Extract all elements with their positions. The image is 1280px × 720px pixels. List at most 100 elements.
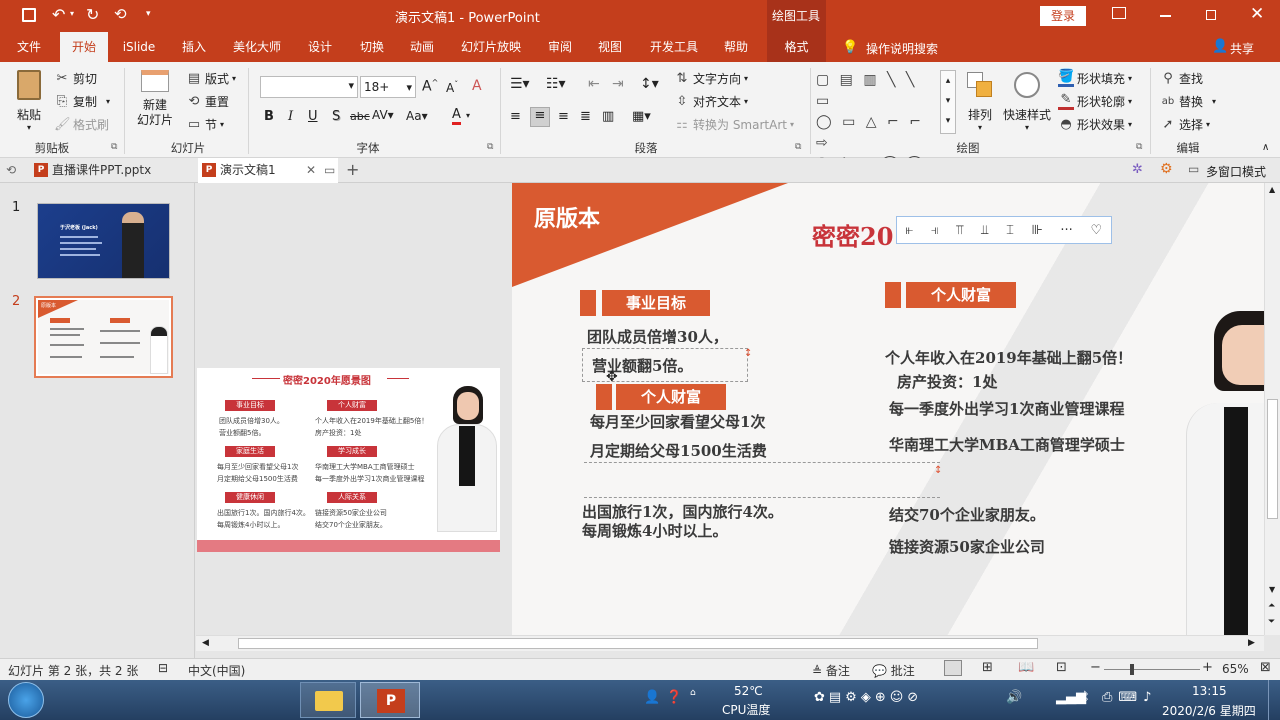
- numbering-icon[interactable]: ☷▾: [546, 76, 566, 92]
- collapse-ribbon-icon[interactable]: ∧: [1262, 142, 1269, 153]
- align-bottom-objects-icon[interactable]: ⫫: [981, 223, 988, 238]
- text-line[interactable]: 月定期给父母1500生活费: [590, 440, 767, 461]
- restore-icon[interactable]: [1206, 10, 1216, 20]
- slide-sorter-icon[interactable]: ⊞: [982, 660, 993, 675]
- tab-insert[interactable]: 插入: [174, 32, 214, 62]
- close-icon[interactable]: ✕: [1250, 4, 1264, 24]
- scroll-up-icon[interactable]: ▲: [1269, 185, 1275, 194]
- customize-qat-icon[interactable]: ▾: [146, 9, 151, 19]
- align-right-icon[interactable]: ≡: [558, 109, 569, 124]
- slide-main-title[interactable]: 密密20: [812, 217, 893, 252]
- align-center-objects-icon[interactable]: ⌶: [1006, 223, 1014, 238]
- align-top-objects-icon[interactable]: ⫪: [956, 223, 963, 238]
- new-slide-button[interactable]: 新建 幻灯片: [132, 68, 178, 138]
- arrange-button[interactable]: 排列 ▾: [962, 68, 998, 132]
- woman-photo[interactable]: [1184, 303, 1264, 635]
- line-spacing-icon[interactable]: ↕▾: [640, 76, 659, 92]
- tab-transitions[interactable]: 切换: [352, 32, 392, 62]
- paragraph-launcher-icon[interactable]: ⧉: [795, 142, 801, 152]
- scroll-down-icon[interactable]: ▼: [1269, 585, 1275, 594]
- section-header-wealth[interactable]: 个人财富: [906, 282, 1016, 308]
- fit-slide-icon[interactable]: ⊠: [1260, 660, 1271, 675]
- tab-menu-icon[interactable]: ▭: [324, 158, 335, 183]
- font-color-icon[interactable]: A: [452, 108, 461, 125]
- reading-view-icon[interactable]: 📖: [1018, 660, 1034, 675]
- char-spacing-icon[interactable]: AV▾: [372, 108, 394, 122]
- prev-slide-icon[interactable]: ⏶: [1268, 601, 1275, 611]
- change-case-icon[interactable]: Aa▾: [406, 109, 428, 123]
- increase-indent-icon[interactable]: ⇥: [612, 76, 624, 92]
- text-line[interactable]: 出国旅行1次，国内旅行4次。: [582, 501, 783, 522]
- slideshow-icon[interactable]: ⟲: [114, 5, 127, 23]
- bold-icon[interactable]: B: [264, 109, 274, 124]
- tell-me-search[interactable]: 操作说明搜索: [866, 40, 938, 57]
- text-line[interactable]: 华南理工大学MBA工商管理学硕士: [889, 434, 1125, 455]
- align-center-icon[interactable]: ≡: [530, 107, 550, 127]
- new-tab-icon[interactable]: +: [346, 160, 359, 179]
- smartart-button[interactable]: ⚏ 转换为 SmartArt ▾: [674, 116, 794, 133]
- drawing-launcher-icon[interactable]: ⧉: [1136, 142, 1142, 152]
- increase-font-icon[interactable]: A^: [422, 78, 438, 95]
- islide-icon[interactable]: ✲: [1132, 162, 1143, 177]
- paste-button[interactable]: 粘贴 ▾: [10, 68, 48, 134]
- distributed-icon[interactable]: ▥: [602, 109, 614, 124]
- tab-developer[interactable]: 开发工具: [644, 32, 704, 62]
- more-options-icon[interactable]: ···: [1060, 223, 1072, 238]
- strikethrough-icon[interactable]: abc: [350, 110, 370, 123]
- format-painter-button[interactable]: 🖌 格式刷: [54, 116, 109, 133]
- shape-effects-button[interactable]: ◓ 形状效果 ▾: [1058, 116, 1132, 133]
- tab-file[interactable]: 文件: [8, 32, 50, 62]
- resize-handle[interactable]: ↕: [744, 348, 752, 359]
- shapes-gallery[interactable]: ▢ ▤ ▥ ╲ ╲ ▭◯ ▭ △ ⌐ ⌐ ⇨⇩ ⬠ ∿ ⌒ ⌒ {: [816, 70, 940, 193]
- font-color-dropdown-icon[interactable]: ▾: [466, 111, 470, 120]
- undo-dropdown-icon[interactable]: ▾: [70, 9, 74, 18]
- section-header-wealth-duplicate[interactable]: 个人财富: [616, 384, 726, 410]
- align-text-button[interactable]: ⇳ 对齐文本 ▾: [674, 93, 748, 110]
- justify-icon[interactable]: ≣: [580, 109, 591, 124]
- font-name-combo[interactable]: ▾: [260, 76, 358, 98]
- shapes-gallery-scroll[interactable]: ▴ ▾ ▾: [940, 70, 956, 134]
- italic-icon[interactable]: I: [288, 109, 293, 124]
- align-left-objects-icon[interactable]: ⫦: [906, 223, 913, 238]
- next-slide-icon[interactable]: ⏷: [1268, 617, 1275, 627]
- text-line[interactable]: 每周锻炼4小时以上。: [582, 520, 727, 541]
- volume-icon[interactable]: 🔊: [1006, 690, 1022, 705]
- home-icon[interactable]: ⟲: [6, 163, 16, 177]
- align-right-objects-icon[interactable]: ⫣: [931, 223, 939, 238]
- text-line[interactable]: 每月至少回家看望父母1次: [590, 411, 765, 432]
- doc-tab-live-course[interactable]: P 直播课件PPT.pptx: [30, 158, 190, 183]
- spellcheck-icon[interactable]: ⊟: [158, 661, 168, 675]
- hscroll-thumb[interactable]: [238, 638, 1038, 649]
- layout-button[interactable]: ▤ 版式 ▾: [186, 70, 236, 87]
- zoom-slider-thumb[interactable]: [1130, 664, 1134, 675]
- selection-box[interactable]: [584, 462, 940, 498]
- undo-icon[interactable]: ↶: [52, 5, 65, 24]
- ribbon-display-icon[interactable]: [1112, 7, 1126, 19]
- tray-app-icons[interactable]: ✿▤⚙◈⊕☺⊘: [814, 690, 922, 705]
- bluetooth-icon[interactable]: ᛒ: [1082, 690, 1090, 705]
- minimize-icon[interactable]: [1160, 15, 1171, 17]
- reset-button[interactable]: ⟲ 重置: [186, 93, 229, 110]
- tab-meihua[interactable]: 美化大师: [226, 32, 288, 62]
- tab-animations[interactable]: 动画: [402, 32, 442, 62]
- login-button[interactable]: 登录: [1040, 6, 1086, 26]
- share-button[interactable]: 共享: [1230, 40, 1254, 57]
- decrease-indent-icon[interactable]: ⇤: [588, 76, 600, 92]
- select-button[interactable]: ➚ 选择 ▾: [1160, 116, 1210, 133]
- tab-view[interactable]: 视图: [590, 32, 630, 62]
- tab-review[interactable]: 审阅: [540, 32, 580, 62]
- text-direction-button[interactable]: ⇅ 文字方向 ▾: [674, 70, 748, 87]
- font-size-combo[interactable]: 18+ ▾: [360, 76, 416, 98]
- redo-icon[interactable]: ↻: [86, 5, 99, 24]
- shadow-icon[interactable]: S: [332, 109, 340, 124]
- underline-icon[interactable]: U: [308, 109, 318, 124]
- decrease-font-icon[interactable]: Aˇ: [446, 80, 458, 95]
- copy-button[interactable]: ⎘ 复制 ▾: [54, 93, 110, 110]
- notes-button[interactable]: ≜ 备注: [812, 662, 850, 679]
- shape-fill-button[interactable]: 🪣 形状填充 ▾: [1058, 70, 1132, 87]
- distribute-objects-icon[interactable]: ⊪: [1031, 223, 1042, 238]
- tray-expand-icon[interactable]: ⌂: [690, 688, 696, 698]
- slide-thumbnail-2[interactable]: 原版本: [34, 296, 173, 378]
- corner-title[interactable]: 原版本: [534, 201, 600, 233]
- vertical-scrollbar[interactable]: ▲ ▼ ⏶ ⏷: [1264, 183, 1280, 635]
